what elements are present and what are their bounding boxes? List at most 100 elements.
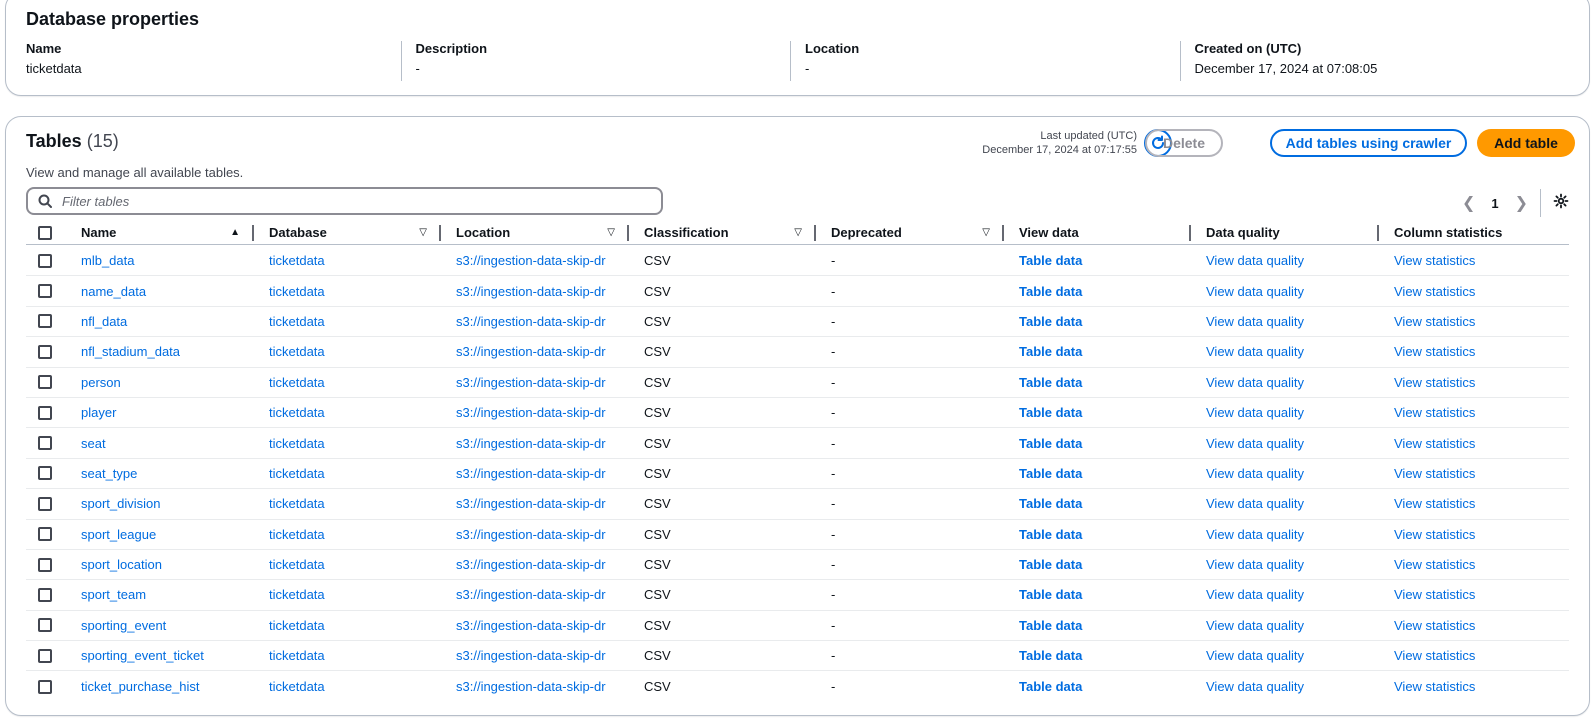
table-name-link[interactable]: name_data xyxy=(81,284,146,299)
table-name-link[interactable]: person xyxy=(81,375,121,390)
database-link[interactable]: ticketdata xyxy=(269,466,325,481)
view-data-quality-link[interactable]: View data quality xyxy=(1206,496,1304,511)
row-checkbox[interactable] xyxy=(38,344,52,359)
database-link[interactable]: ticketdata xyxy=(269,436,325,451)
table-data-link[interactable]: Table data xyxy=(1019,466,1082,481)
view-data-quality-link[interactable]: View data quality xyxy=(1206,679,1304,694)
view-data-quality-link[interactable]: View data quality xyxy=(1206,436,1304,451)
caret-down-outline-icon[interactable]: ▽ xyxy=(794,227,802,238)
caret-up-icon[interactable]: ▲ xyxy=(230,227,240,238)
table-name-link[interactable]: seat xyxy=(81,436,106,451)
table-name-link[interactable]: sport_location xyxy=(81,557,162,572)
row-checkbox[interactable] xyxy=(38,436,52,451)
table-data-link[interactable]: Table data xyxy=(1019,587,1082,602)
view-statistics-link[interactable]: View statistics xyxy=(1394,496,1475,511)
view-data-quality-link[interactable]: View data quality xyxy=(1206,344,1304,359)
location-link[interactable]: s3://ingestion-data-skip-dr xyxy=(456,405,606,420)
column-header-location[interactable]: Location ▽ xyxy=(441,221,629,244)
view-data-quality-link[interactable]: View data quality xyxy=(1206,253,1304,268)
view-statistics-link[interactable]: View statistics xyxy=(1394,436,1475,451)
view-statistics-link[interactable]: View statistics xyxy=(1394,253,1475,268)
filter-tables-input[interactable] xyxy=(60,192,620,210)
database-link[interactable]: ticketdata xyxy=(269,405,325,420)
view-data-quality-link[interactable]: View data quality xyxy=(1206,648,1304,663)
column-header-classification[interactable]: Classification ▽ xyxy=(629,221,816,244)
row-checkbox[interactable] xyxy=(38,375,52,390)
column-header-deprecated[interactable]: Deprecated ▽ xyxy=(816,221,1004,244)
location-link[interactable]: s3://ingestion-data-skip-dr xyxy=(456,557,606,572)
view-data-quality-link[interactable]: View data quality xyxy=(1206,375,1304,390)
table-data-link[interactable]: Table data xyxy=(1019,618,1082,633)
database-link[interactable]: ticketdata xyxy=(269,314,325,329)
select-all-checkbox[interactable] xyxy=(38,225,52,240)
view-statistics-link[interactable]: View statistics xyxy=(1394,527,1475,542)
view-statistics-link[interactable]: View statistics xyxy=(1394,679,1475,694)
location-link[interactable]: s3://ingestion-data-skip-dr xyxy=(456,618,606,633)
view-statistics-link[interactable]: View statistics xyxy=(1394,557,1475,572)
view-statistics-link[interactable]: View statistics xyxy=(1394,284,1475,299)
column-header-database[interactable]: Database ▽ xyxy=(254,221,441,244)
filter-tables-field[interactable] xyxy=(26,187,663,215)
database-link[interactable]: ticketdata xyxy=(269,344,325,359)
database-link[interactable]: ticketdata xyxy=(269,496,325,511)
location-link[interactable]: s3://ingestion-data-skip-dr xyxy=(456,648,606,663)
table-name-link[interactable]: mlb_data xyxy=(81,253,134,268)
row-checkbox[interactable] xyxy=(38,648,52,663)
view-data-quality-link[interactable]: View data quality xyxy=(1206,557,1304,572)
table-data-link[interactable]: Table data xyxy=(1019,253,1082,268)
view-data-quality-link[interactable]: View data quality xyxy=(1206,466,1304,481)
delete-button[interactable]: Delete xyxy=(1145,129,1223,157)
table-name-link[interactable]: nfl_stadium_data xyxy=(81,344,180,359)
database-link[interactable]: ticketdata xyxy=(269,527,325,542)
table-name-link[interactable]: sporting_event_ticket xyxy=(81,648,204,663)
view-data-quality-link[interactable]: View data quality xyxy=(1206,405,1304,420)
chevron-right-icon[interactable]: ❯ xyxy=(1515,193,1528,213)
add-table-button[interactable]: Add table xyxy=(1477,129,1575,157)
table-data-link[interactable]: Table data xyxy=(1019,405,1082,420)
location-link[interactable]: s3://ingestion-data-skip-dr xyxy=(456,679,606,694)
caret-down-outline-icon[interactable]: ▽ xyxy=(419,227,427,238)
caret-down-outline-icon[interactable]: ▽ xyxy=(982,227,990,238)
view-statistics-link[interactable]: View statistics xyxy=(1394,466,1475,481)
row-checkbox[interactable] xyxy=(38,284,52,299)
table-name-link[interactable]: sporting_event xyxy=(81,618,166,633)
table-name-link[interactable]: ticket_purchase_hist xyxy=(81,679,200,694)
table-name-link[interactable]: seat_type xyxy=(81,466,137,481)
location-link[interactable]: s3://ingestion-data-skip-dr xyxy=(456,436,606,451)
table-data-link[interactable]: Table data xyxy=(1019,314,1082,329)
table-data-link[interactable]: Table data xyxy=(1019,679,1082,694)
location-link[interactable]: s3://ingestion-data-skip-dr xyxy=(456,375,606,390)
row-checkbox[interactable] xyxy=(38,679,52,694)
database-link[interactable]: ticketdata xyxy=(269,618,325,633)
table-name-link[interactable]: nfl_data xyxy=(81,314,127,329)
view-statistics-link[interactable]: View statistics xyxy=(1394,405,1475,420)
table-data-link[interactable]: Table data xyxy=(1019,284,1082,299)
row-checkbox[interactable] xyxy=(38,496,52,511)
table-data-link[interactable]: Table data xyxy=(1019,557,1082,572)
database-link[interactable]: ticketdata xyxy=(269,253,325,268)
table-name-link[interactable]: sport_league xyxy=(81,527,156,542)
database-link[interactable]: ticketdata xyxy=(269,648,325,663)
column-header-name[interactable]: Name ▲ xyxy=(66,221,254,244)
row-checkbox[interactable] xyxy=(38,527,52,542)
row-checkbox[interactable] xyxy=(38,314,52,329)
add-tables-using-crawler-button[interactable]: Add tables using crawler xyxy=(1270,129,1467,157)
view-data-quality-link[interactable]: View data quality xyxy=(1206,314,1304,329)
database-link[interactable]: ticketdata xyxy=(269,557,325,572)
view-data-quality-link[interactable]: View data quality xyxy=(1206,618,1304,633)
view-statistics-link[interactable]: View statistics xyxy=(1394,648,1475,663)
view-data-quality-link[interactable]: View data quality xyxy=(1206,527,1304,542)
database-link[interactable]: ticketdata xyxy=(269,375,325,390)
location-link[interactable]: s3://ingestion-data-skip-dr xyxy=(456,314,606,329)
table-name-link[interactable]: sport_team xyxy=(81,587,146,602)
table-data-link[interactable]: Table data xyxy=(1019,496,1082,511)
table-data-link[interactable]: Table data xyxy=(1019,648,1082,663)
view-statistics-link[interactable]: View statistics xyxy=(1394,587,1475,602)
chevron-left-icon[interactable]: ❮ xyxy=(1462,193,1475,213)
table-data-link[interactable]: Table data xyxy=(1019,527,1082,542)
view-data-quality-link[interactable]: View data quality xyxy=(1206,587,1304,602)
location-link[interactable]: s3://ingestion-data-skip-dr xyxy=(456,344,606,359)
table-data-link[interactable]: Table data xyxy=(1019,375,1082,390)
database-link[interactable]: ticketdata xyxy=(269,587,325,602)
view-statistics-link[interactable]: View statistics xyxy=(1394,314,1475,329)
